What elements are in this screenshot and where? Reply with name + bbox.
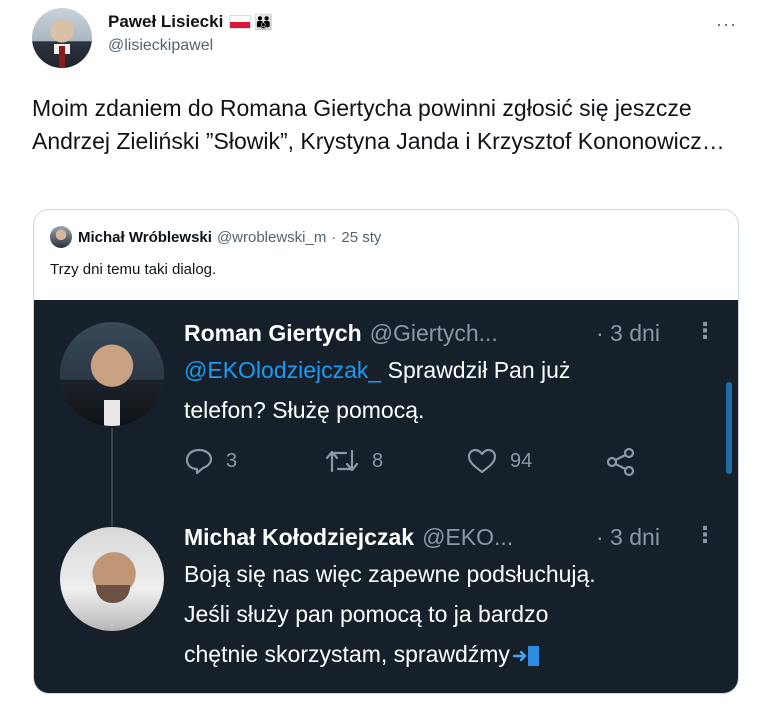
screenshot-like-action: 94: [466, 447, 532, 475]
reply-count: 3: [226, 449, 238, 472]
quoted-tweet-text: Trzy dni temu taki dialog.: [50, 261, 217, 278]
avatar-beard: [96, 585, 130, 603]
screenshot-scrollbar: [726, 382, 732, 474]
thread-connector-line: [111, 428, 113, 526]
screenshot-tweet2-name: Michał Kołodziejczak: [184, 524, 415, 550]
quoted-author-handle[interactable]: @wroblewski_m: [217, 229, 326, 246]
quoted-tweet[interactable]: Michał Wróblewski @wroblewski_m · 25 sty…: [33, 209, 739, 694]
like-count: 94: [510, 449, 533, 472]
retweet-count: 8: [372, 449, 384, 472]
quoted-tweet-header: Michał Wróblewski @wroblewski_m · 25 sty: [50, 226, 381, 248]
share-icon: [606, 447, 635, 477]
screenshot-tweet1-name: Roman Giertych: [184, 320, 362, 346]
quoted-tweet-date[interactable]: 25 sty: [341, 229, 381, 246]
embedded-screenshot-image[interactable]: Roman Giertych @Giertych... · 3 dni ⋮ @E…: [34, 300, 738, 693]
avatar-tie: [59, 46, 65, 68]
screenshot-mention-link: @EKOlodziejczak_: [184, 357, 382, 383]
kolodziejczak-avatar: [60, 527, 164, 631]
screenshot-tweet2-line1: Boją się nas więc zapewne podsłuchują.: [184, 561, 596, 587]
giertych-avatar: [60, 322, 164, 426]
avatar-shirt: [104, 400, 120, 426]
screenshot-tweet2-line2: Jeśli służy pan pomocą to ja bardzo: [184, 601, 549, 627]
screenshot-tweet1-actions: 3 8 94: [184, 447, 684, 477]
polish-flag-icon: [229, 15, 252, 29]
author-avatar[interactable]: [32, 8, 92, 68]
quoted-author-name[interactable]: Michał Wróblewski: [78, 229, 212, 246]
screenshot-tweet1-text: @EKOlodziejczak_ Sprawdził Pan już telef…: [184, 350, 704, 430]
author-name-row[interactable]: Paweł Lisiecki 👪: [108, 12, 273, 32]
screenshot-reply-action: 3: [184, 447, 237, 475]
author-name[interactable]: Paweł Lisiecki: [108, 12, 223, 32]
screenshot-tweet2-line3: chętnie skorzystam, sprawdźmy: [184, 641, 510, 667]
author-block: Paweł Lisiecki 👪 @lisieckipawel: [108, 12, 273, 55]
enter-door-emoji-icon: [512, 645, 539, 666]
screenshot-tweet1-header: Roman Giertych @Giertych...: [184, 320, 498, 347]
screenshot-tweet1-date: · 3 dni: [596, 320, 660, 346]
screenshot-share-action: [604, 447, 650, 477]
more-options-icon[interactable]: ···: [716, 14, 737, 35]
tweet-text: Moim zdaniem do Romana Giertycha powinni…: [32, 95, 725, 154]
retweet-icon: [325, 449, 359, 473]
separator-dot: ·: [331, 228, 337, 246]
family-emoji-icon: 👪: [254, 14, 273, 31]
screenshot-tweet1-more-icon: ⋮: [694, 318, 716, 343]
screenshot-tweet2-date: · 3 dni: [596, 524, 660, 550]
screenshot-tweet2-text: Boją się nas więc zapewne podsłuchują. J…: [184, 554, 714, 674]
heart-icon: [467, 448, 497, 474]
quoted-author-avatar[interactable]: [50, 226, 72, 248]
screenshot-tweet2-handle: @EKO...: [422, 524, 514, 550]
screenshot-tweet1-line1: Sprawdził Pan już: [381, 357, 571, 383]
screenshot-tweet2-more-icon: ⋮: [694, 522, 716, 547]
reply-icon: [185, 448, 213, 475]
screenshot-retweet-action: 8: [324, 447, 383, 475]
screenshot-tweet1-line2: telefon? Służę pomocą.: [184, 397, 425, 423]
screenshot-tweet2-header: Michał Kołodziejczak @EKO...: [184, 524, 513, 551]
tweet-card: Paweł Lisiecki 👪 @lisieckipawel ··· Moim…: [0, 0, 762, 720]
author-handle[interactable]: @lisieckipawel: [108, 37, 271, 55]
screenshot-tweet1-handle: @Giertych...: [369, 320, 498, 346]
